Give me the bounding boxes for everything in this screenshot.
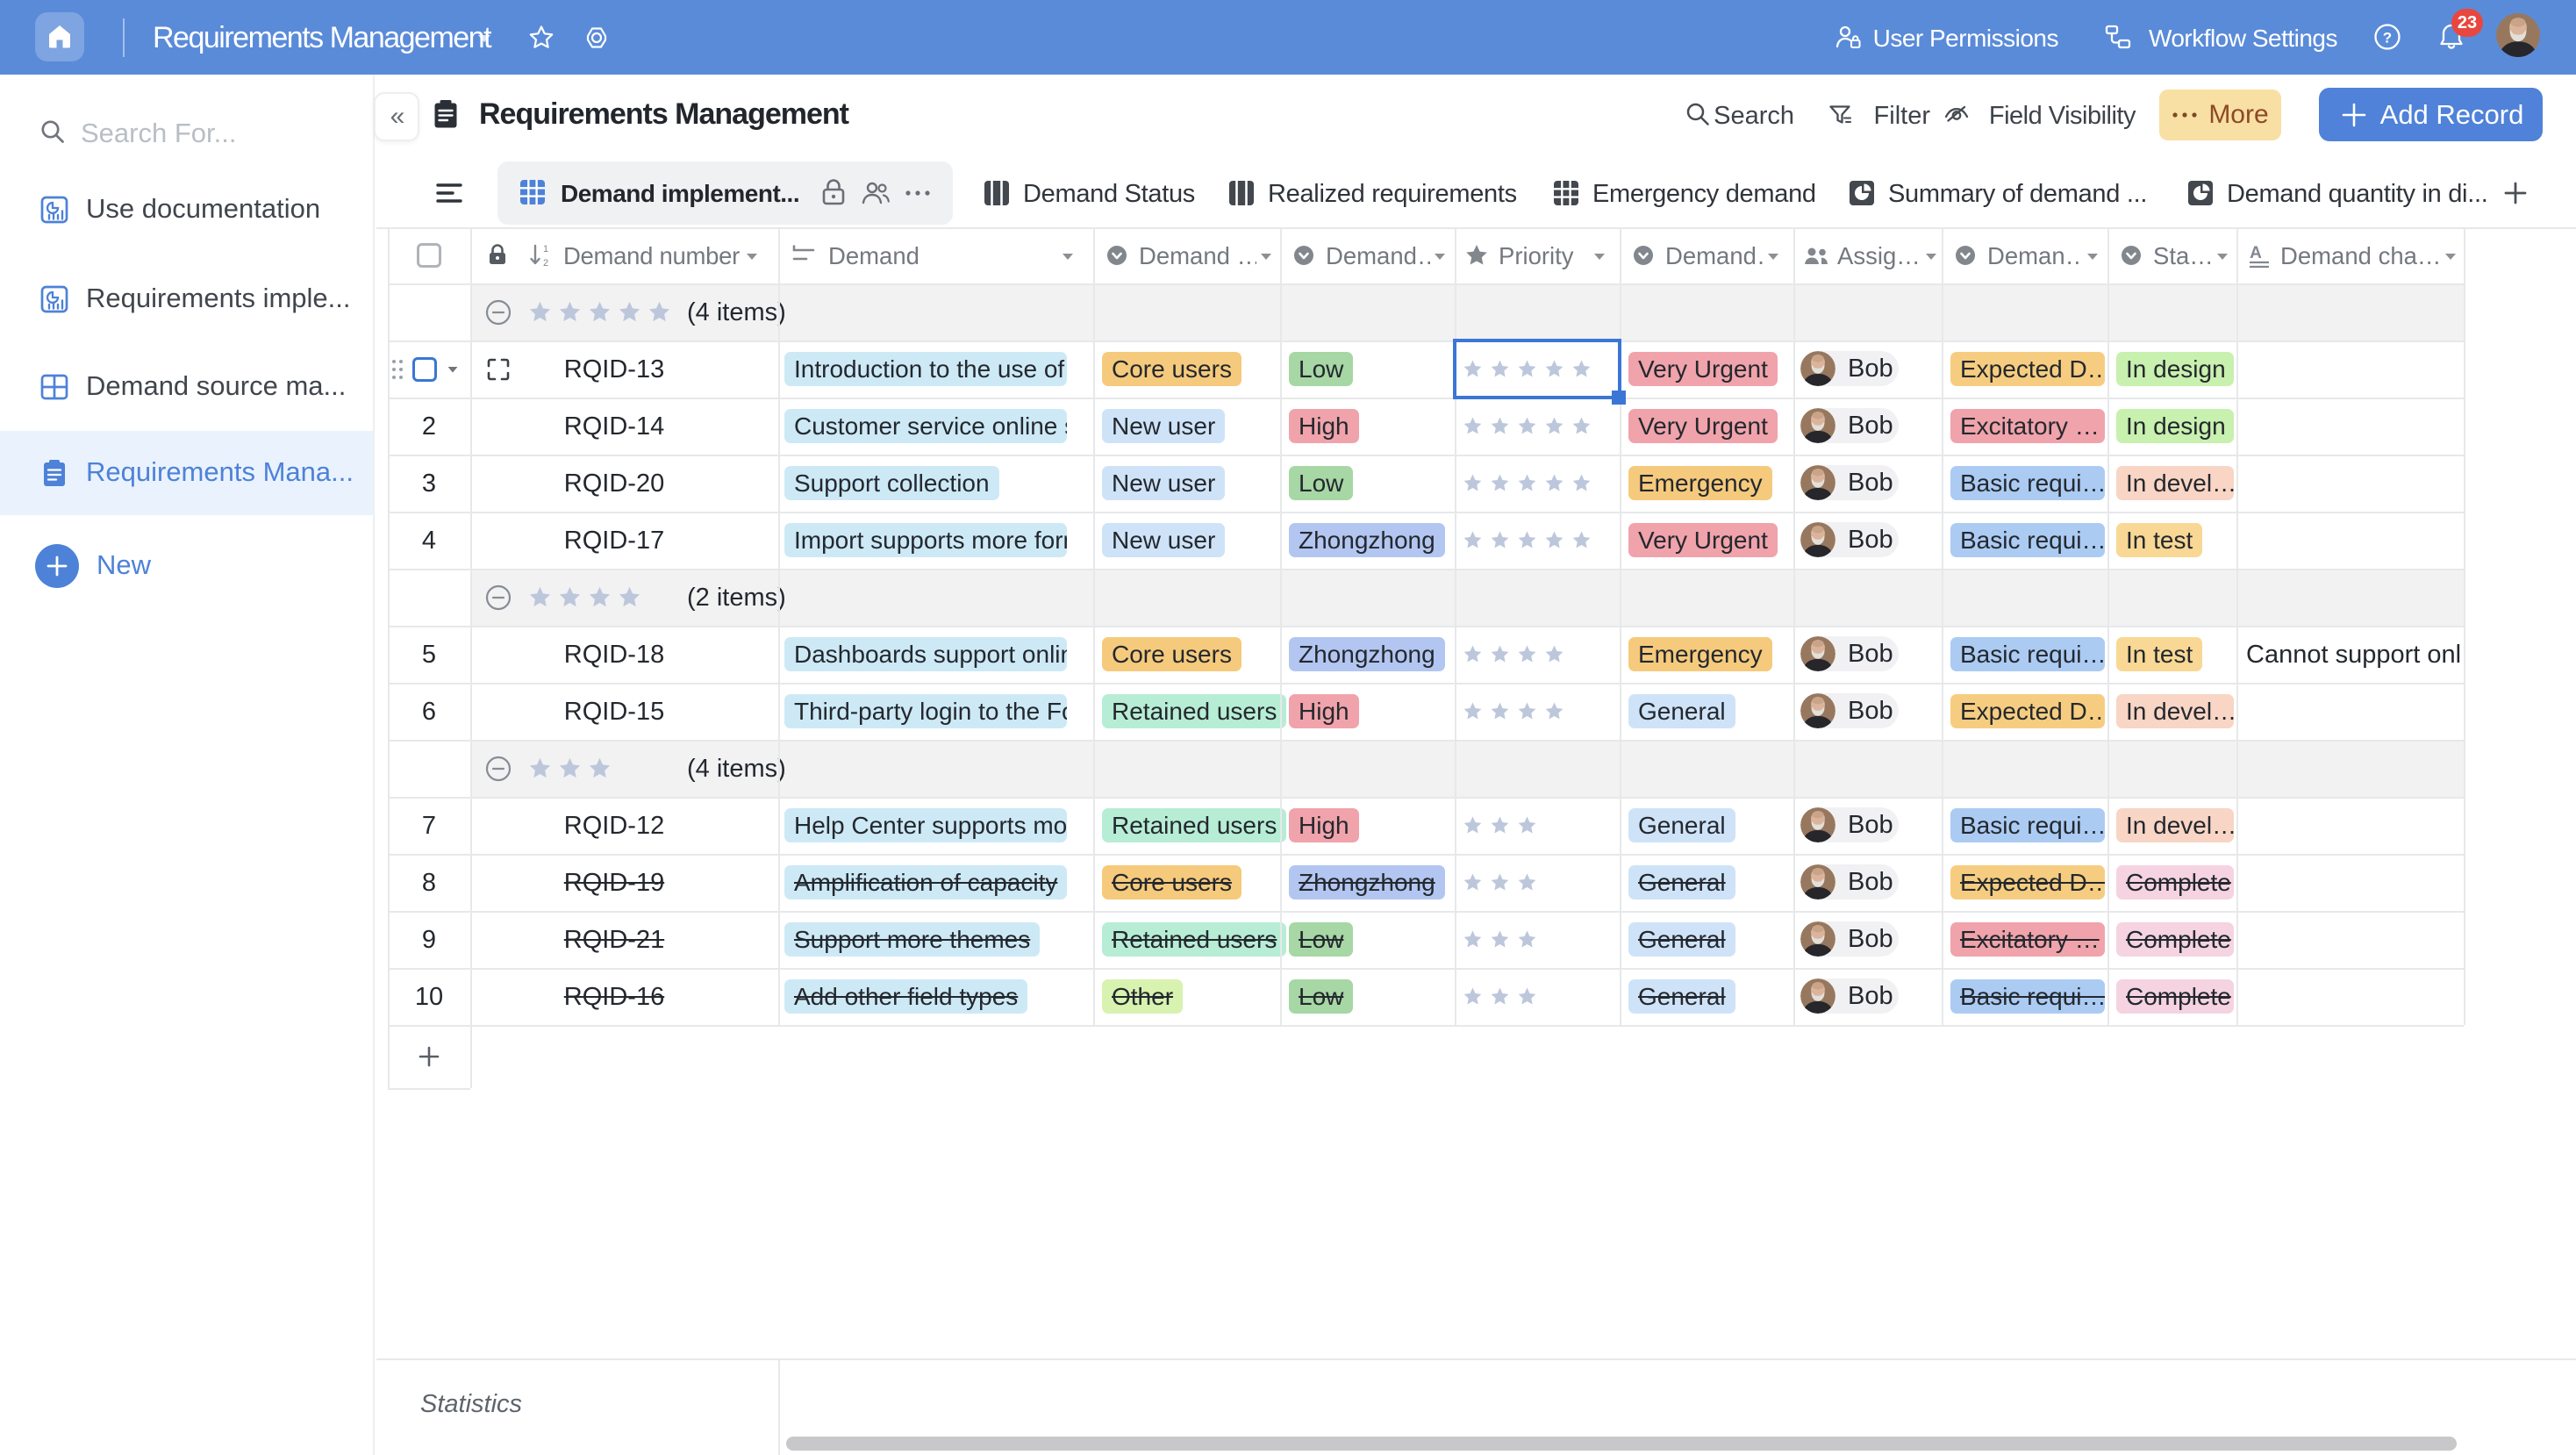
svg-text:1: 1 <box>543 244 548 254</box>
svg-text:A: A <box>2250 244 2262 262</box>
svg-text:?: ? <box>2383 30 2392 47</box>
svg-text:2: 2 <box>543 258 548 269</box>
